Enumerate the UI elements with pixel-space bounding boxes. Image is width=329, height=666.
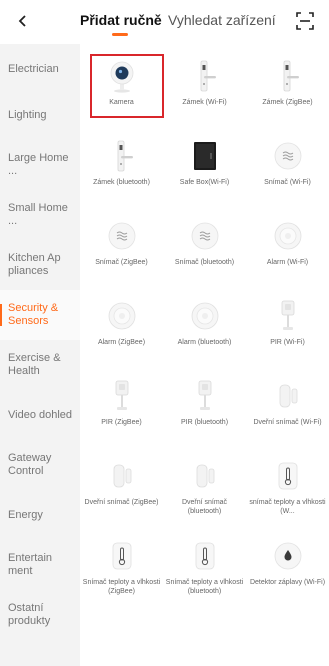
alarm-icon [104,298,140,334]
device-tile[interactable]: PIR (bluetooth) [163,364,246,444]
pir-sensor-icon [104,378,140,414]
sidebar-item-label: Energy [8,508,43,521]
sidebar-item[interactable]: Lighting [0,90,80,140]
device-label: Dveřní snímač (Wi-Fi) [253,419,322,426]
safe-box-icon [187,138,223,174]
device-tile[interactable]: Snímač teploty a vlhkosti (ZigBee) [80,524,163,604]
device-tile[interactable]: Snímač teploty a vlhkosti (bluetooth) [163,524,246,604]
sidebar-item-label: Gateway Control [8,452,52,477]
sidebar-item-label: Ostatní produkty [8,602,51,627]
device-label: Snímač (Wi-Fi) [264,179,311,186]
sidebar-item-label: Electrician [8,62,59,75]
thermometer-icon [104,538,140,574]
chevron-left-icon [18,15,26,27]
sidebar-item-label: Entertain ment [8,552,53,577]
device-tile[interactable]: Alarm (bluetooth) [163,284,246,364]
sidebar-item[interactable]: Security & Sensors [0,290,80,340]
sensor-disc-icon [270,138,306,174]
sidebar-item[interactable]: Kitchen Ap pliances [0,240,80,290]
device-label: Alarm (bluetooth) [177,339,232,346]
thermometer-icon [187,538,223,574]
device-tile[interactable]: Zámek (bluetooth) [80,124,163,204]
device-label: Zámek (bluetooth) [93,179,150,186]
sidebar-item[interactable]: Energy [0,490,80,540]
sensor-disc-icon [187,218,223,254]
device-label: Dveřní snímač (bluetooth) [181,499,228,515]
device-tile[interactable]: PIR (ZigBee) [80,364,163,444]
device-label: Zámek (Wi-Fi) [182,99,227,106]
active-tab-indicator [112,33,128,36]
device-label: Snímač (bluetooth) [174,259,235,266]
sidebar-item[interactable]: Small Home ... [0,190,80,240]
door-lock-icon [187,58,223,94]
sidebar-item-label: Security & Sensors [8,302,59,327]
device-tile[interactable]: snímač teploty a vlhkosti (W... [246,444,329,524]
sidebar-item[interactable]: Exercise & Health [0,340,80,390]
device-tile[interactable]: Alarm (Wi-Fi) [246,204,329,284]
sidebar-item-label: Lighting [8,108,47,121]
sidebar-item-label: Video dohled [8,408,73,421]
sidebar-item-label: Exercise & Health [8,352,61,377]
sidebar-item[interactable]: Video dohled [0,390,80,440]
device-label: PIR (Wi-Fi) [270,339,305,346]
door-sensor-icon [104,458,140,494]
alarm-icon [270,218,306,254]
scan-icon [296,12,314,30]
device-tile[interactable]: PIR (Wi-Fi) [246,284,329,364]
device-tile[interactable]: Snímač (ZigBee) [80,204,163,284]
device-label: Snímač teploty a vlhkosti (ZigBee) [82,579,161,595]
device-tile[interactable]: Dveřní snímač (ZigBee) [80,444,163,524]
sidebar-item[interactable]: Entertain ment [0,540,80,590]
device-label: snímač teploty a vlhkosti (W... [249,499,326,515]
device-tile[interactable]: Zámek (Wi-Fi) [163,44,246,124]
sidebar-item-label: Large Home ... [8,152,69,177]
thermometer-icon [270,458,306,494]
pir-sensor-icon [270,298,306,334]
device-label: Alarm (ZigBee) [97,339,146,346]
device-tile[interactable]: Dveřní snímač (Wi-Fi) [246,364,329,444]
device-tile[interactable]: Snímač (bluetooth) [163,204,246,284]
device-tile[interactable]: Safe Box(Wi-Fi) [163,124,246,204]
device-label: Detektor záplavy (Wi-Fi) [249,579,326,586]
device-label: Zámek (ZigBee) [262,99,313,106]
device-tile[interactable]: Snímač (Wi-Fi) [246,124,329,204]
sidebar-item[interactable]: Gateway Control [0,440,80,490]
device-tile[interactable]: Detektor záplavy (Wi-Fi) [246,524,329,604]
pir-sensor-icon [187,378,223,414]
sensor-disc-icon [104,218,140,254]
device-tile[interactable]: Dveřní snímač (bluetooth) [163,444,246,524]
device-tile[interactable]: Alarm (ZigBee) [80,284,163,364]
device-label: PIR (ZigBee) [101,419,142,426]
door-lock-icon [104,138,140,174]
device-label: Snímač teploty a vlhkosti (bluetooth) [165,579,244,595]
tab-add-manually[interactable]: Přidat ručně [80,12,162,28]
device-grid: Kamera Zámek (Wi-Fi) Zámek (ZigBee) Zámek (… [80,44,329,666]
tab-search-devices[interactable]: Vyhledat zařízení [168,12,276,28]
sidebar-item[interactable]: Electrician [0,44,80,94]
door-sensor-icon [187,458,223,494]
sidebar-item-label: Small Home ... [8,202,68,227]
back-button[interactable] [12,10,34,32]
category-sidebar: Electrician Lighting Large Home ... Small H… [0,44,80,666]
water-leak-icon [270,538,306,574]
active-category-indicator [0,304,2,326]
sidebar-item[interactable]: Large Home ... [0,140,80,190]
sidebar-item-label: Kitchen Ap pliances [8,252,61,277]
device-tile[interactable]: Zámek (ZigBee) [246,44,329,124]
top-bar: Přidat ručně Vyhledat zařízení [0,0,329,44]
device-label: Safe Box(Wi-Fi) [179,179,230,186]
scan-button[interactable] [295,11,315,31]
device-label: Dveřní snímač (ZigBee) [84,499,159,506]
alarm-icon [187,298,223,334]
sidebar-item[interactable]: Ostatní produkty [0,590,80,640]
door-sensor-icon [270,378,306,414]
device-label: PIR (bluetooth) [180,419,229,426]
device-label: Alarm (Wi-Fi) [266,259,309,266]
selection-highlight-box [90,54,164,118]
door-lock-icon [270,58,306,94]
device-label: Snímač (ZigBee) [95,259,148,266]
